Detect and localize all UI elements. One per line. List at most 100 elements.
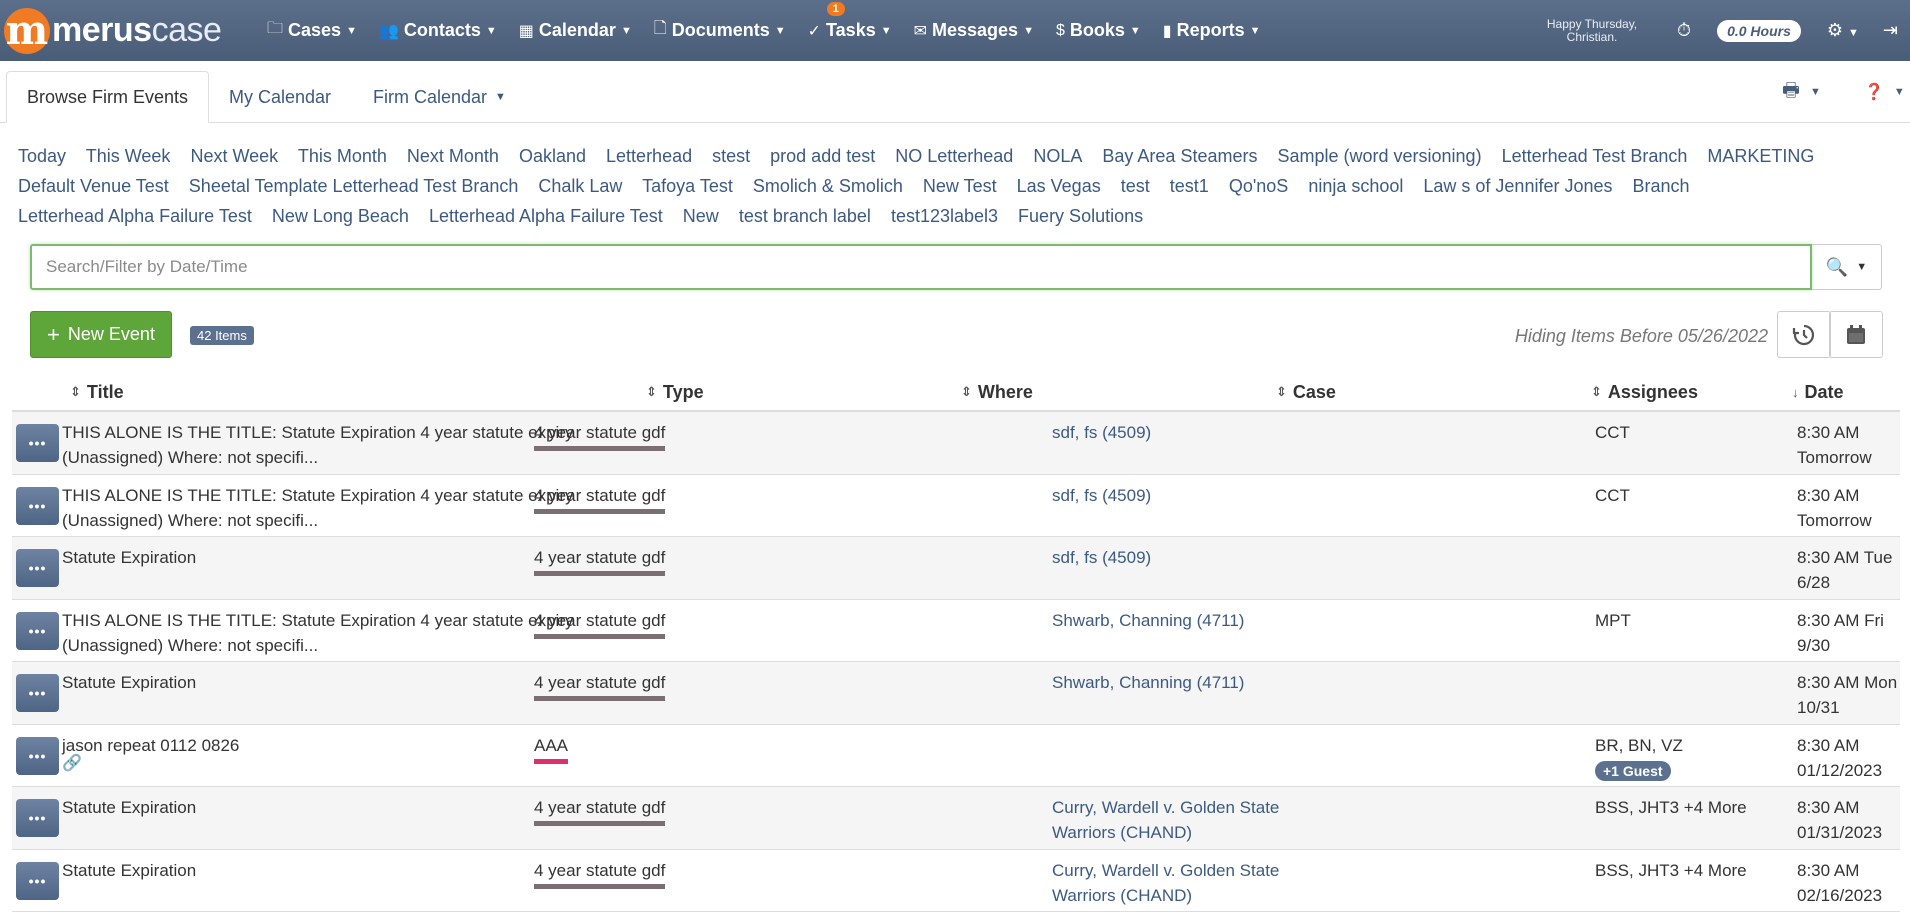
filter-link[interactable]: Branch	[1633, 176, 1690, 196]
print-button[interactable]: 🖶▼	[1782, 71, 1821, 113]
filter-link[interactable]: Next Month	[407, 146, 499, 166]
row-actions-button[interactable]: •••	[16, 612, 59, 650]
tab-my-calendar[interactable]: My Calendar	[209, 71, 351, 123]
new-event-button[interactable]: +New Event	[30, 311, 172, 358]
column-type[interactable]: ⇕Type	[646, 382, 704, 403]
case-link[interactable]: sdf, fs (4509)	[1052, 423, 1151, 442]
filter-link[interactable]: Next Week	[190, 146, 278, 166]
table-row[interactable]: •••🔗jason repeat 0112 0826AAABR, BN, VZ+…	[12, 725, 1900, 788]
filter-link[interactable]: test branch label	[739, 206, 871, 226]
filter-link[interactable]: New Long Beach	[272, 206, 409, 226]
case-link[interactable]: Shwarb, Channing (4711)	[1052, 673, 1244, 692]
nav-cases[interactable]: 🗀Cases▼	[256, 0, 368, 61]
filter-link[interactable]: Tafoya Test	[642, 176, 733, 196]
row-actions-button[interactable]: •••	[16, 862, 59, 900]
nav-messages[interactable]: ✉Messages▼	[903, 0, 1045, 61]
search-options-button[interactable]: 🔍▼	[1812, 244, 1882, 290]
filter-link[interactable]: Default Venue Test	[18, 176, 169, 196]
case-link[interactable]: Curry, Wardell v. Golden State Warriors …	[1052, 798, 1279, 842]
filter-link[interactable]: Bay Area Steamers	[1102, 146, 1257, 166]
history-button[interactable]	[1777, 311, 1831, 358]
case-link[interactable]: sdf, fs (4509)	[1052, 486, 1151, 505]
filter-link[interactable]: Oakland	[519, 146, 586, 166]
event-title[interactable]: Statute Expiration	[62, 673, 196, 692]
filter-link[interactable]: Qo'noS	[1229, 176, 1288, 196]
table-row[interactable]: •••Statute Expiration4 year statute gdfC…	[12, 787, 1900, 850]
case-link[interactable]: sdf, fs (4509)	[1052, 548, 1151, 567]
row-actions-button[interactable]: •••	[16, 424, 59, 462]
nav-tasks[interactable]: ✓Tasks▼1	[797, 0, 903, 61]
search-bar: 🔍▼	[30, 244, 1882, 290]
column-title[interactable]: ⇕Title	[70, 382, 124, 403]
filter-link[interactable]: New Test	[923, 176, 997, 196]
row-actions-button[interactable]: •••	[16, 549, 59, 587]
event-title[interactable]: THIS ALONE IS THE TITLE: Statute Expirat…	[62, 486, 573, 530]
event-title[interactable]: THIS ALONE IS THE TITLE: Statute Expirat…	[62, 423, 573, 467]
table-row[interactable]: •••THIS ALONE IS THE TITLE: Statute Expi…	[12, 600, 1900, 663]
filter-link[interactable]: Letterhead Alpha Failure Test	[18, 206, 252, 226]
gear-icon[interactable]: ⚙ ▼	[1815, 20, 1871, 41]
filter-link[interactable]: Law s of Jennifer Jones	[1423, 176, 1612, 196]
merus-logo[interactable]: m meruscase	[0, 0, 256, 61]
tab-browse-firm-events[interactable]: Browse Firm Events	[6, 71, 209, 123]
filter-link[interactable]: Today	[18, 146, 66, 166]
filter-link[interactable]: test1	[1170, 176, 1209, 196]
nav-contacts[interactable]: 👥Contacts▼	[368, 0, 508, 61]
table-row[interactable]: •••Statute Expiration4 year statute gdfS…	[12, 662, 1900, 725]
filter-link[interactable]: stest	[712, 146, 750, 166]
event-title[interactable]: Statute Expiration	[62, 798, 196, 817]
filter-link[interactable]: ninja school	[1308, 176, 1403, 196]
row-actions-button[interactable]: •••	[16, 487, 59, 525]
filter-link[interactable]: Sample (word versioning)	[1277, 146, 1481, 166]
calendar-view-button[interactable]	[1829, 311, 1883, 358]
column-assignees[interactable]: ⇕Assignees	[1591, 382, 1698, 403]
row-actions-button[interactable]: •••	[16, 737, 59, 775]
nav-documents[interactable]: 🗋Documents▼	[643, 0, 797, 61]
events-table: ⇕Title ⇕Type ⇕Where ⇕Case ⇕Assignees ↓Da…	[12, 374, 1900, 912]
table-row[interactable]: •••THIS ALONE IS THE TITLE: Statute Expi…	[12, 475, 1900, 538]
filter-link[interactable]: This Month	[298, 146, 387, 166]
filter-link[interactable]: Letterhead Test Branch	[1502, 146, 1688, 166]
event-title[interactable]: jason repeat 0112 0826	[62, 736, 239, 755]
column-date[interactable]: ↓Date	[1792, 382, 1844, 403]
search-input[interactable]	[30, 244, 1812, 290]
filter-link[interactable]: Smolich & Smolich	[753, 176, 903, 196]
filter-link[interactable]: Las Vegas	[1017, 176, 1101, 196]
tab-bar: Browse Firm Events My Calendar Firm Cale…	[0, 61, 1910, 123]
event-title[interactable]: Statute Expiration	[62, 548, 196, 567]
filter-link[interactable]: NOLA	[1033, 146, 1082, 166]
row-actions-button[interactable]: •••	[16, 799, 59, 837]
column-case[interactable]: ⇕Case	[1276, 382, 1336, 403]
tab-firm-calendar[interactable]: Firm Calendar▼	[353, 71, 526, 123]
filter-link[interactable]: Fuery Solutions	[1018, 206, 1143, 226]
table-row[interactable]: •••Statute Expiration4 year statute gdfC…	[12, 850, 1900, 912]
filter-link[interactable]: MARKETING	[1707, 146, 1814, 166]
stopwatch-icon[interactable]: ⏱	[1665, 20, 1703, 41]
filter-link[interactable]: New	[683, 206, 719, 226]
filter-link[interactable]: test	[1121, 176, 1150, 196]
event-title[interactable]: Statute Expiration	[62, 861, 196, 880]
table-row[interactable]: •••Statute Expiration4 year statute gdfs…	[12, 537, 1900, 600]
chart-icon: ▮	[1163, 21, 1172, 41]
column-where[interactable]: ⇕Where	[961, 382, 1033, 403]
event-title[interactable]: THIS ALONE IS THE TITLE: Statute Expirat…	[62, 611, 573, 655]
logout-icon[interactable]: ⇥	[1871, 20, 1910, 41]
help-button[interactable]: ❓▼	[1864, 71, 1905, 113]
filter-link[interactable]: test123label3	[891, 206, 998, 226]
case-link[interactable]: Shwarb, Channing (4711)	[1052, 611, 1244, 630]
filter-link[interactable]: NO Letterhead	[895, 146, 1013, 166]
event-type-tag: AAA	[534, 735, 568, 764]
filter-link[interactable]: Letterhead Alpha Failure Test	[429, 206, 663, 226]
filter-link[interactable]: This Week	[86, 146, 171, 166]
nav-books[interactable]: $Books▼	[1045, 0, 1152, 61]
nav-reports[interactable]: ▮Reports▼	[1152, 0, 1272, 61]
case-link[interactable]: Curry, Wardell v. Golden State Warriors …	[1052, 861, 1279, 905]
table-row[interactable]: •••THIS ALONE IS THE TITLE: Statute Expi…	[12, 412, 1900, 475]
filter-link[interactable]: Chalk Law	[538, 176, 622, 196]
nav-calendar[interactable]: ▦Calendar▼	[508, 0, 643, 61]
row-actions-button[interactable]: •••	[16, 674, 59, 712]
filter-link[interactable]: Letterhead	[606, 146, 692, 166]
filter-link[interactable]: prod add test	[770, 146, 875, 166]
hours-badge[interactable]: 0.0 Hours	[1717, 20, 1801, 42]
filter-link[interactable]: Sheetal Template Letterhead Test Branch	[189, 176, 519, 196]
